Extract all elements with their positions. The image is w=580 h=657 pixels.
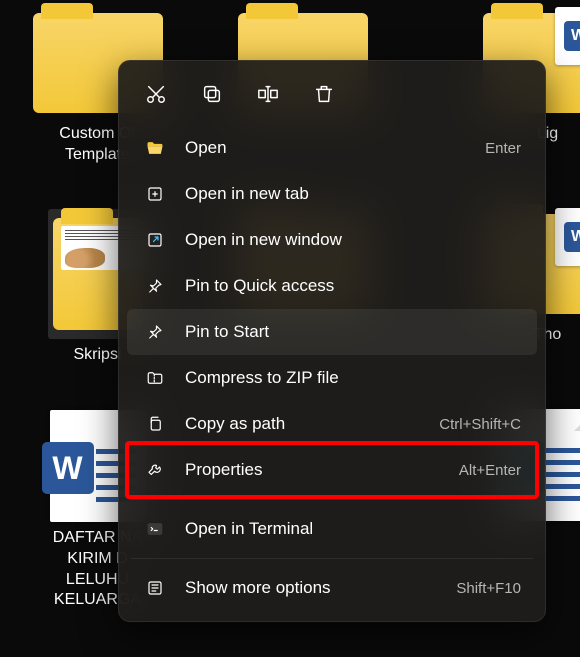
external-icon bbox=[143, 231, 167, 249]
new-tab-icon bbox=[143, 185, 167, 203]
menu-item-label: Open in Terminal bbox=[185, 519, 521, 539]
delete-icon[interactable] bbox=[307, 77, 341, 111]
cut-icon[interactable] bbox=[139, 77, 173, 111]
terminal-icon bbox=[143, 520, 167, 538]
menu-item-show-more-options[interactable]: Show more optionsShift+F10 bbox=[127, 565, 537, 611]
context-menu: OpenEnter Open in new tab Open in new wind… bbox=[118, 60, 546, 622]
menu-item-shortcut: Ctrl+Shift+C bbox=[439, 416, 521, 433]
menu-item-open-in-terminal[interactable]: Open in Terminal bbox=[127, 506, 537, 552]
rename-icon[interactable] bbox=[251, 77, 285, 111]
pin-icon bbox=[143, 277, 167, 295]
menu-item-compress-to-zip-file[interactable]: Compress to ZIP file bbox=[127, 355, 537, 401]
folder-open-icon bbox=[143, 138, 167, 158]
menu-item-open[interactable]: OpenEnter bbox=[127, 125, 537, 171]
item-label: Skripsi bbox=[73, 345, 121, 366]
copypath-icon bbox=[143, 415, 167, 433]
copy-icon[interactable] bbox=[195, 77, 229, 111]
menu-item-label: Open in new window bbox=[185, 230, 521, 250]
pin-start-icon bbox=[143, 323, 167, 341]
menu-item-label: Pin to Quick access bbox=[185, 276, 521, 296]
menu-item-label: Show more options bbox=[185, 578, 456, 598]
menu-item-copy-as-path[interactable]: Copy as pathCtrl+Shift+C bbox=[127, 401, 537, 447]
menu-item-shortcut: Shift+F10 bbox=[456, 580, 521, 597]
menu-item-pin-to-start[interactable]: Pin to Start bbox=[127, 309, 537, 355]
menu-item-label: Open bbox=[185, 138, 485, 158]
quick-action-bar bbox=[123, 71, 541, 125]
menu-item-label: Copy as path bbox=[185, 414, 439, 434]
menu-item-properties[interactable]: PropertiesAlt+Enter bbox=[127, 447, 537, 493]
menu-item-open-in-new-tab[interactable]: Open in new tab bbox=[127, 171, 537, 217]
menu-item-label: Pin to Start bbox=[185, 322, 521, 342]
menu-separator bbox=[131, 558, 533, 559]
menu-separator bbox=[131, 499, 533, 500]
menu-item-shortcut: Enter bbox=[485, 140, 521, 157]
menu-item-open-in-new-window[interactable]: Open in new window bbox=[127, 217, 537, 263]
menu-item-pin-to-quick-access[interactable]: Pin to Quick access bbox=[127, 263, 537, 309]
wrench-icon bbox=[143, 461, 167, 479]
menu-item-shortcut: Alt+Enter bbox=[459, 462, 521, 479]
menu-item-label: Compress to ZIP file bbox=[185, 368, 521, 388]
menu-item-label: Properties bbox=[185, 460, 459, 480]
zip-icon bbox=[143, 369, 167, 387]
more-icon bbox=[143, 579, 167, 597]
menu-item-label: Open in new tab bbox=[185, 184, 521, 204]
